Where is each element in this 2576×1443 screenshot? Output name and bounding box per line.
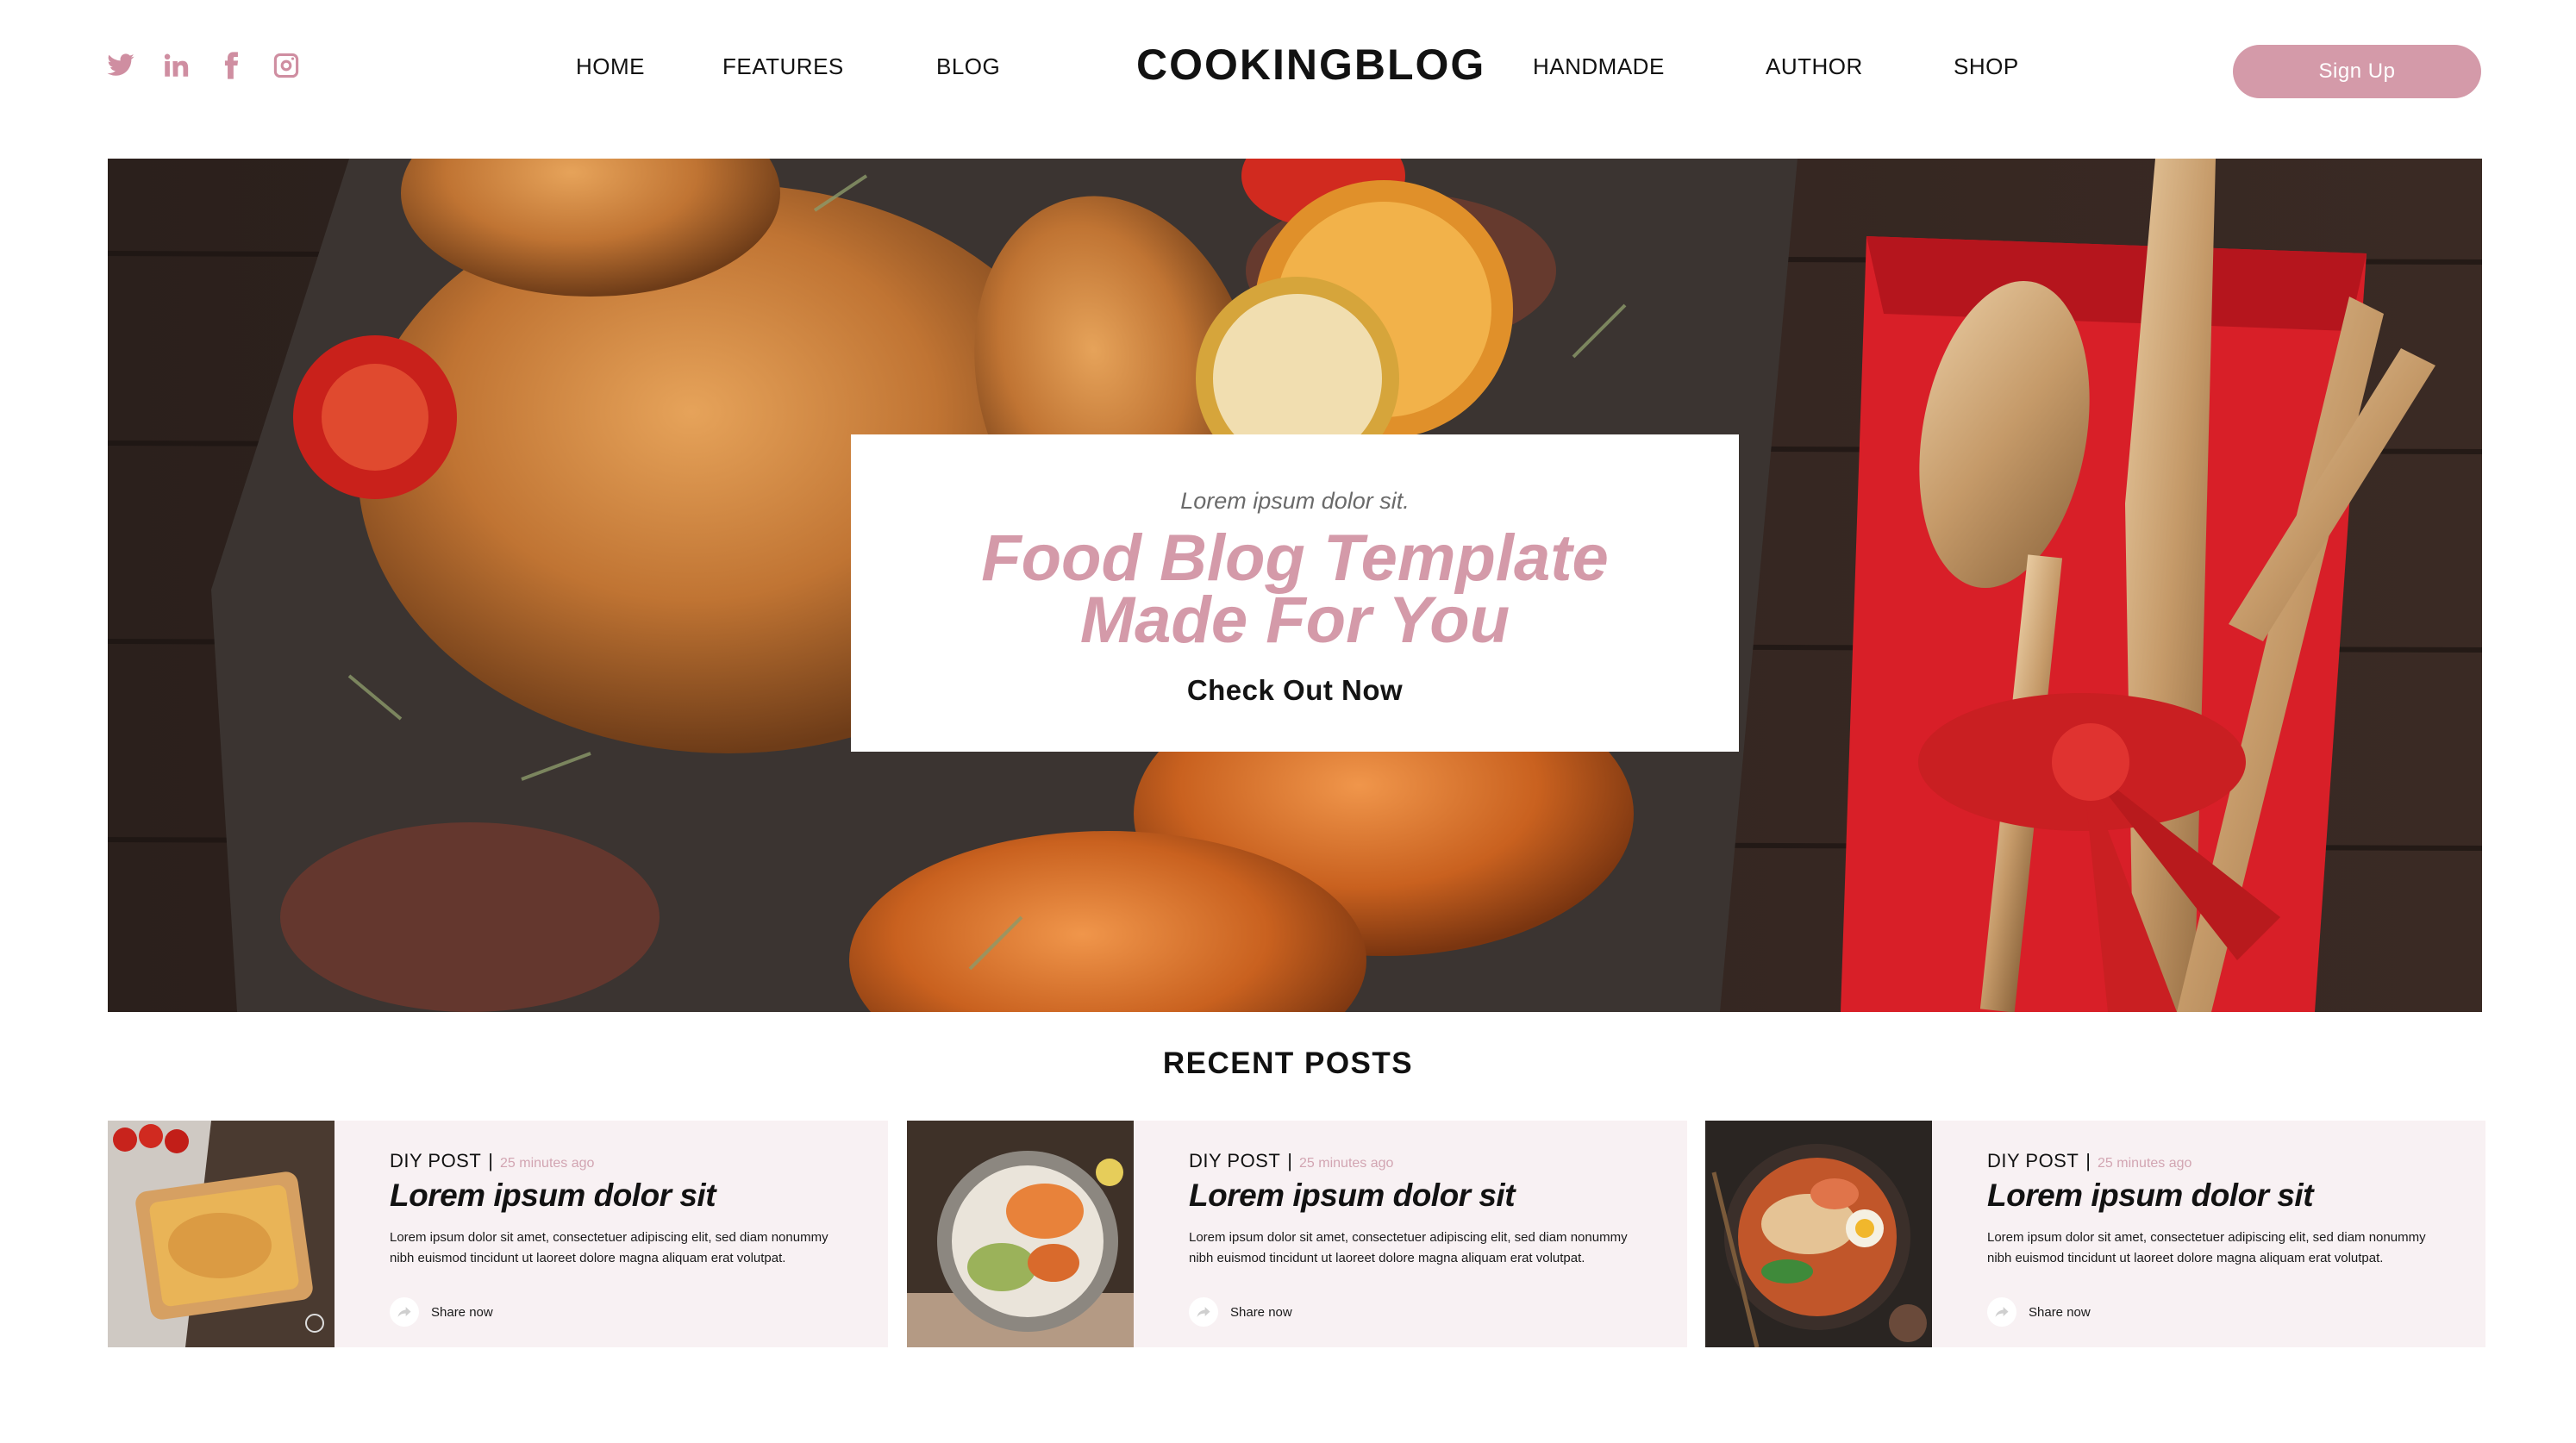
site-header: HOME FEATURES BLOG COOKINGBLOG HANDMADE … [0,0,2576,138]
hero-title: Food Blog Template Made For You [851,522,1739,657]
post-card[interactable]: DIY POST | 25 minutes ago Lorem ipsum dolo… [108,1121,888,1347]
share-label: Share now [431,1304,493,1320]
share-icon [1189,1297,1218,1327]
share-icon [1987,1297,2016,1327]
post-time: 25 minutes ago [1299,1156,1394,1171]
post-thumbnail-noodle-soup[interactable] [1705,1121,1932,1347]
post-meta-separator: | [488,1150,494,1171]
post-title[interactable]: Lorem ipsum dolor sit [1987,1178,2314,1214]
post-meta: DIY POST | 25 minutes ago [390,1150,594,1172]
nav-features[interactable]: FEATURES [722,53,844,80]
nav-shop[interactable]: SHOP [1954,53,2019,80]
hero-banner: Lorem ipsum dolor sit. Food Blog Templat… [108,159,2482,1012]
share-icon [390,1297,419,1327]
post-time: 25 minutes ago [500,1156,595,1171]
post-excerpt: Lorem ipsum dolor sit amet, consectetuer… [1987,1230,2426,1265]
share-now-button[interactable]: Share now [1987,1297,2091,1327]
hero-card: Lorem ipsum dolor sit. Food Blog Templat… [851,434,1739,752]
hero-title-line2: Made For You [1079,584,1510,657]
post-meta-separator: | [1287,1150,1293,1171]
share-now-button[interactable]: Share now [1189,1297,1292,1327]
nav-home[interactable]: HOME [576,53,645,80]
hero-title-line1: Food Blog Template [981,522,1609,595]
nav-author[interactable]: AUTHOR [1766,53,1863,80]
post-meta: DIY POST | 25 minutes ago [1189,1150,1393,1172]
post-card[interactable]: DIY POST | 25 minutes ago Lorem ipsum dolo… [907,1121,1687,1347]
share-label: Share now [2029,1304,2091,1320]
post-category: DIY POST [390,1150,482,1171]
twitter-icon[interactable] [105,50,136,81]
post-title[interactable]: Lorem ipsum dolor sit [390,1178,716,1214]
check-out-now-link[interactable]: Check Out Now [851,674,1739,707]
post-category: DIY POST [1987,1150,2079,1171]
post-thumbnail-shrimp-bowl[interactable] [907,1121,1134,1347]
signup-button[interactable]: Sign Up [2233,45,2481,98]
facebook-icon[interactable] [216,50,247,81]
post-time: 25 minutes ago [2098,1156,2192,1171]
hero-eyebrow: Lorem ipsum dolor sit. [1180,488,1410,514]
recent-posts-title: RECENT POSTS [1162,1046,1414,1080]
post-excerpt: Lorem ipsum dolor sit amet, consectetuer… [390,1230,828,1265]
post-meta-separator: | [2085,1150,2091,1171]
post-excerpt: Lorem ipsum dolor sit amet, consectetuer… [1189,1230,1628,1265]
post-thumbnail-lasagna[interactable] [108,1121,335,1347]
instagram-icon[interactable] [271,50,302,81]
post-category: DIY POST [1189,1150,1281,1171]
post-meta: DIY POST | 25 minutes ago [1987,1150,2191,1172]
linkedin-icon[interactable] [160,50,191,81]
post-card[interactable]: DIY POST | 25 minutes ago Lorem ipsum dolo… [1705,1121,2485,1347]
share-now-button[interactable]: Share now [390,1297,493,1327]
nav-handmade[interactable]: HANDMADE [1533,53,1665,80]
site-logo[interactable]: COOKINGBLOG [1136,40,1484,90]
nav-blog[interactable]: BLOG [936,53,1000,80]
share-label: Share now [1230,1304,1292,1320]
social-links [105,50,302,81]
post-title[interactable]: Lorem ipsum dolor sit [1189,1178,1516,1214]
